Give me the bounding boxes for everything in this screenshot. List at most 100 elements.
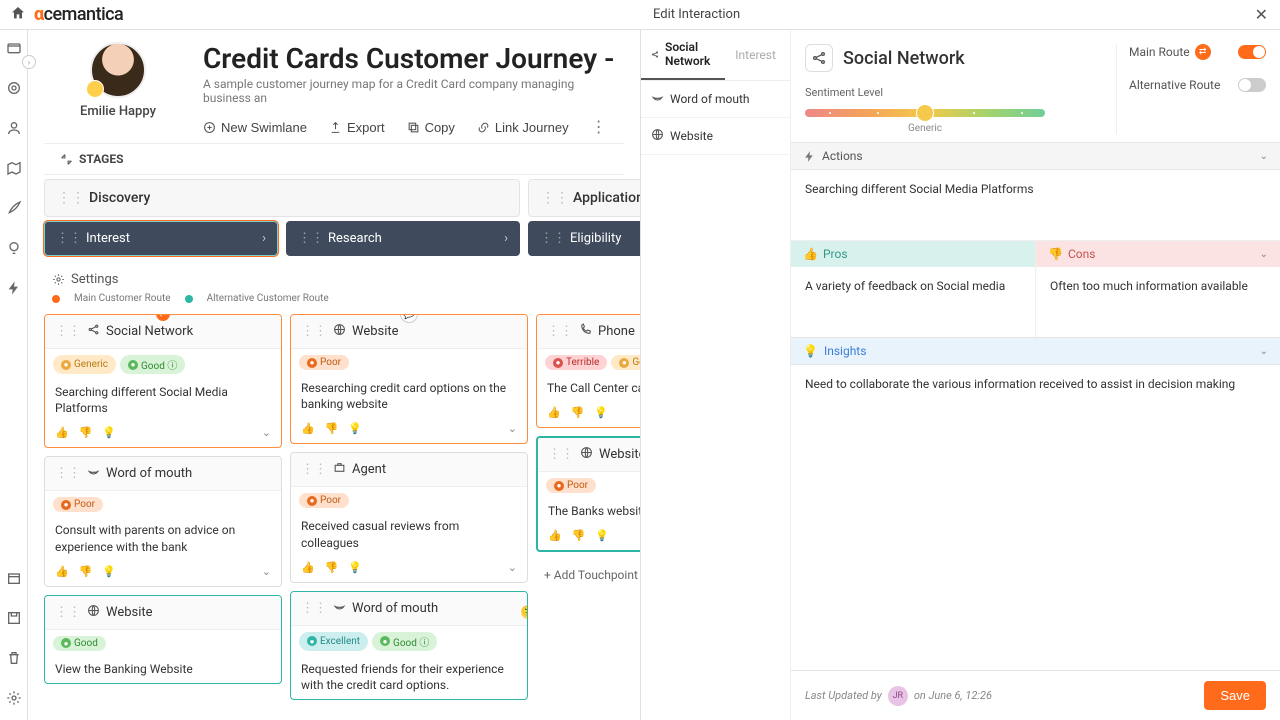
globe-icon [580,446,593,463]
save-icon[interactable] [6,610,22,630]
panel-nav-item[interactable]: Website [641,118,790,155]
sentiment-thumb[interactable] [916,104,934,122]
settings-row[interactable]: Settings [28,256,640,291]
card-body: Received casual reviews from colleagues [291,514,527,556]
thumbs-down-icon[interactable]: 👎 [572,529,586,542]
target-icon[interactable] [6,80,22,100]
journey-canvas: Emilie Happy Credit Cards Customer Journ… [28,30,640,720]
main-route-toggle[interactable] [1238,45,1266,59]
bulb-icon[interactable]: 💡 [594,406,608,419]
cons-text[interactable]: Often too much information available [1036,267,1280,337]
more-menu-button[interactable]: ⋮ [591,117,607,137]
copy-button[interactable]: Copy [407,120,455,135]
trash-icon[interactable] [6,650,22,670]
card-title: Agent [352,462,386,477]
mouth-icon [651,91,664,107]
pros-text[interactable]: A variety of feedback on Social media [791,267,1035,337]
touchpoint-card[interactable]: 🙂⋮⋮Word of mouth●Excellent●Good ⓘRequest… [290,591,528,700]
map-icon[interactable] [6,160,22,180]
thumbs-up-icon[interactable]: 👍 [548,529,562,542]
bolt-icon[interactable] [6,280,22,300]
stage-discovery[interactable]: ⋮⋮Discovery [44,179,520,217]
substage-research[interactable]: ⋮⋮Research› [286,221,520,256]
legend: Main Customer Route Alternative Customer… [28,291,640,314]
expand-card-icon[interactable]: ⌄ [508,422,517,435]
save-button[interactable]: Save [1204,681,1266,710]
expand-card-icon[interactable]: ⌄ [508,561,517,574]
persona-name: Emilie Happy [80,104,156,119]
edit-interaction-panel: Edit Interaction ✕ Social Network Intere… [640,30,1280,720]
collapse-icon[interactable] [60,153,73,166]
touchpoint-card[interactable]: ⋮⋮Word of mouth●PoorConsult with parents… [44,456,282,586]
legend-alt-label: Alternative Customer Route [207,293,329,304]
home-icon[interactable] [10,5,26,25]
actions-text[interactable]: Searching different Social Media Platfor… [791,170,1280,240]
panel-tab-interest[interactable]: Interest [725,30,790,80]
mouth-icon [333,600,346,617]
card-title: Social Network [106,324,193,339]
card-body: The Call Center cal confirm eligibility [537,376,640,402]
new-swimlane-button[interactable]: New Swimlane [203,120,307,135]
pros-header[interactable]: 👍 Pros [791,241,1035,267]
substage-interest[interactable]: ⋮⋮Interest› [44,221,278,256]
archive-icon[interactable] [6,570,22,590]
add-touchpoint-button[interactable]: + Add Touchpoint [536,560,640,590]
sentiment-slider[interactable] [805,109,1045,117]
brand-logo: αcemantica [34,4,123,25]
chevron-down-icon: ⌄ [1260,249,1268,260]
bulb-icon[interactable]: 💡 [595,529,609,542]
expand-sidebar-button[interactable]: › [22,55,36,69]
panel-tab-social-network[interactable]: Social Network [641,30,725,80]
cons-header[interactable]: 👎 Cons⌄ [1036,241,1280,267]
panel-header-title: Edit Interaction [653,7,740,22]
bulb-icon[interactable]: 💡 [348,561,362,574]
substage-eligibility[interactable]: ⋮⋮Eligibility [528,221,640,256]
globe-icon [651,128,664,144]
insights-text[interactable]: Need to collaborate the various informat… [791,365,1280,455]
thumbs-down-icon[interactable]: 👎 [325,561,339,574]
share-icon [651,48,659,61]
touchpoint-card[interactable]: 😡⋮⋮Phone●Terrible●GenericThe Call Center… [536,314,640,428]
emotion-icon: 🙂 [520,604,528,620]
touchpoint-card[interactable]: ⋮⋮Website●PoorThe Banks website be eligi… [536,436,640,552]
insights-header[interactable]: 💡 Insights⌄ [791,337,1280,365]
thumbs-up-icon[interactable]: 👍 [55,426,69,439]
briefcase-icon [333,461,346,478]
bulb-icon[interactable]: 💡 [102,565,116,578]
user-icon[interactable] [6,120,22,140]
export-button[interactable]: Export [329,120,385,135]
touchpoint-card[interactable]: ⇄⋮⋮Social Network●Generic●Good ⓘSearchin… [44,314,282,448]
expand-card-icon[interactable]: ⌄ [262,426,271,439]
touchpoint-card[interactable]: ⋮⋮Agent●PoorReceived casual reviews from… [290,452,528,582]
stages-label: STAGES [79,152,123,166]
panel-nav-item[interactable]: Word of mouth [641,81,790,118]
touchpoint-card[interactable]: ⋮⋮Website●GoodView the Banking Website [44,595,282,684]
folder-icon[interactable] [6,40,22,60]
share-icon [87,323,100,340]
last-updated: Last Updated by JR on June 6, 12:26 [805,686,992,706]
thumbs-down-icon[interactable]: 👎 [325,422,339,435]
bulb-icon[interactable]: 💡 [102,426,116,439]
thumbs-up-icon[interactable]: 👍 [547,406,561,419]
thumbs-down-icon[interactable]: 👎 [79,565,93,578]
close-panel-button[interactable]: ✕ [1255,5,1268,24]
card-title: Word of mouth [352,601,438,616]
bulb-icon[interactable]: 💡 [348,422,362,435]
thumbs-down-icon[interactable]: 👎 [79,426,93,439]
alt-route-toggle[interactable] [1238,78,1266,92]
bulb-icon[interactable] [6,240,22,260]
link-journey-button[interactable]: Link Journey [477,120,569,135]
thumbs-down-icon[interactable]: 👎 [571,406,585,419]
gear-icon[interactable] [6,690,22,710]
thumbs-up-icon[interactable]: 👍 [301,422,315,435]
touchpoint-card[interactable]: 💬♥⋮⋮Website●PoorResearching credit card … [290,314,528,444]
thumbs-up-icon[interactable]: 👍 [55,565,69,578]
thumbs-up-icon[interactable]: 👍 [301,561,315,574]
expand-card-icon[interactable]: ⌄ [262,565,271,578]
rocket-icon[interactable] [6,200,22,220]
stage-application[interactable]: ⋮⋮Application [528,179,640,217]
persona-block[interactable]: Emilie Happy [48,42,188,119]
actions-header[interactable]: Actions⌄ [791,142,1280,170]
legend-alt-dot [185,295,193,303]
share-icon-box [805,44,833,72]
